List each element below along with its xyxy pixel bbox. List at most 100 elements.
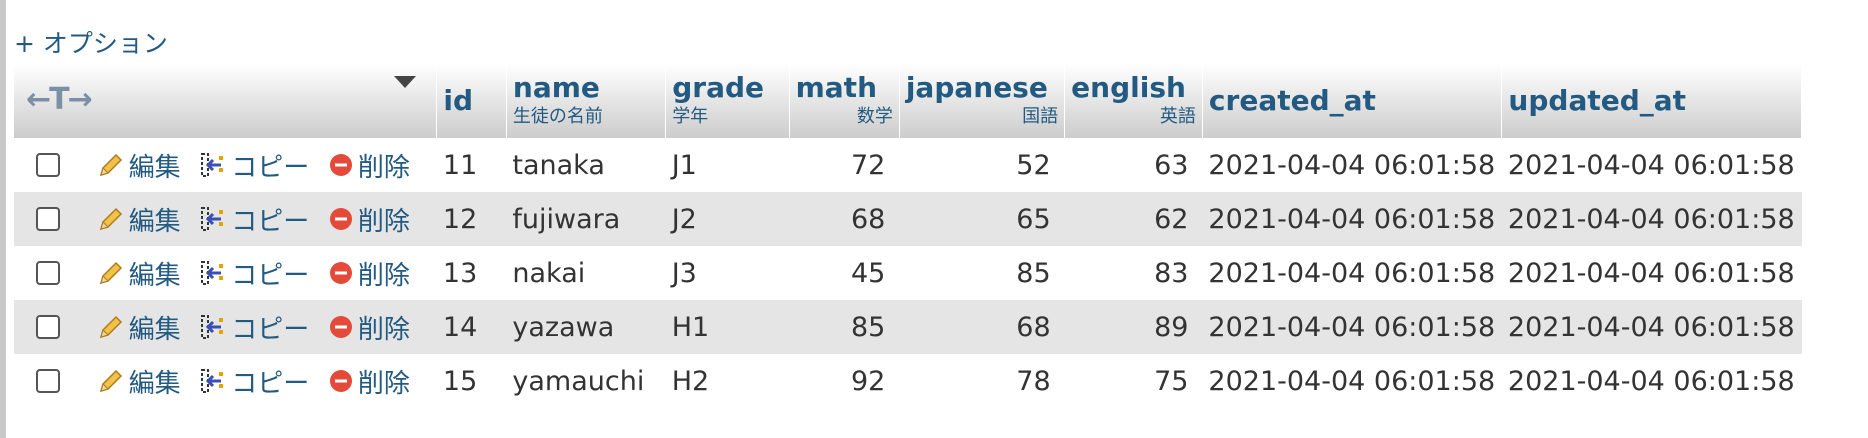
table-row: 編集 コピー 削除 14 yazawa H1 85 68 89 2021-04-… — [14, 300, 1802, 354]
cell-grade: J3 — [665, 246, 790, 300]
delete-icon — [329, 316, 352, 338]
column-arrows-icon[interactable]: ←T→ — [26, 82, 93, 117]
row-checkbox[interactable] — [36, 153, 60, 177]
cell-math: 85 — [789, 300, 900, 354]
delete-button[interactable]: 削除 — [328, 363, 410, 400]
header-row: ←T→ id name 生徒の名前 grade 学年 math 数学 japanese… — [14, 64, 1802, 138]
header-id[interactable]: id — [436, 64, 507, 138]
copy-insert-icon — [201, 153, 224, 177]
row-checkbox[interactable] — [36, 207, 60, 231]
cell-created-at: 2021-04-04 06:01:58 — [1202, 354, 1502, 408]
header-math[interactable]: math 数学 — [789, 64, 900, 138]
cell-created-at: 2021-04-04 06:01:58 — [1202, 246, 1502, 300]
copy-insert-icon — [201, 369, 224, 393]
header-updated-at[interactable]: updated_at — [1501, 64, 1802, 138]
cell-math: 92 — [789, 354, 900, 408]
row-checkbox[interactable] — [36, 261, 60, 285]
edit-label: 編集 — [128, 260, 181, 291]
row-actions-cell: 編集 コピー 削除 — [14, 354, 437, 408]
cell-english: 83 — [1064, 246, 1203, 300]
delete-label: 削除 — [357, 206, 410, 237]
cell-english: 62 — [1064, 192, 1203, 246]
delete-button[interactable]: 削除 — [328, 255, 410, 292]
cell-updated-at: 2021-04-04 06:01:58 — [1501, 354, 1802, 408]
pencil-icon — [99, 207, 122, 231]
cell-id: 12 — [436, 192, 507, 246]
cell-japanese: 85 — [899, 246, 1065, 300]
copy-label: コピー — [231, 368, 310, 399]
edit-button[interactable]: 編集 — [97, 201, 181, 238]
cell-japanese: 78 — [899, 354, 1065, 408]
cell-name: fujiwara — [506, 192, 666, 246]
pencil-icon — [99, 315, 122, 339]
table-body: 編集 コピー 削除 11 tanaka J1 72 52 63 2021-04-… — [14, 138, 1802, 408]
delete-button[interactable]: 削除 — [328, 309, 410, 346]
edit-button[interactable]: 編集 — [97, 147, 181, 184]
cell-english: 63 — [1064, 138, 1203, 192]
copy-button[interactable]: コピー — [199, 255, 309, 292]
results-table: ←T→ id name 生徒の名前 grade 学年 math 数学 japanese… — [14, 64, 1802, 408]
cell-name: tanaka — [506, 138, 666, 192]
row-actions-cell: 編集 コピー 削除 — [14, 138, 437, 192]
delete-button[interactable]: 削除 — [328, 147, 410, 184]
options-link[interactable]: + オプション — [14, 24, 168, 60]
row-actions-cell: 編集 コピー 削除 — [14, 192, 437, 246]
edit-button[interactable]: 編集 — [97, 363, 181, 400]
copy-button[interactable]: コピー — [199, 309, 309, 346]
cell-id: 15 — [436, 354, 507, 408]
cell-name: yamauchi — [506, 354, 666, 408]
header-english[interactable]: english 英語 — [1064, 64, 1203, 138]
cell-created-at: 2021-04-04 06:01:58 — [1202, 138, 1502, 192]
delete-button[interactable]: 削除 — [328, 201, 410, 238]
cell-math: 72 — [789, 138, 900, 192]
cell-created-at: 2021-04-04 06:01:58 — [1202, 192, 1502, 246]
cell-id: 14 — [436, 300, 507, 354]
sort-triangle-icon[interactable] — [394, 76, 417, 88]
header-created-at[interactable]: created_at — [1202, 64, 1503, 138]
delete-label: 削除 — [357, 260, 410, 291]
copy-button[interactable]: コピー — [199, 147, 309, 184]
copy-insert-icon — [201, 261, 224, 285]
cell-id: 13 — [436, 246, 507, 300]
row-checkbox[interactable] — [36, 315, 60, 339]
cell-grade: H1 — [665, 300, 790, 354]
edit-label: 編集 — [128, 368, 181, 399]
edit-button[interactable]: 編集 — [97, 309, 181, 346]
row-actions-cell: 編集 コピー 削除 — [14, 246, 437, 300]
copy-button[interactable]: コピー — [199, 201, 309, 238]
header-name[interactable]: name 生徒の名前 — [506, 64, 667, 138]
edit-button[interactable]: 編集 — [97, 255, 181, 292]
cell-created-at: 2021-04-04 06:01:58 — [1202, 300, 1502, 354]
header-japanese[interactable]: japanese 国語 — [899, 64, 1066, 138]
cell-grade: J2 — [665, 192, 790, 246]
delete-icon — [329, 208, 352, 230]
left-border — [0, 0, 6, 438]
table-row: 編集 コピー 削除 15 yamauchi H2 92 78 75 2021-0… — [14, 354, 1802, 408]
cell-grade: H2 — [665, 354, 790, 408]
copy-button[interactable]: コピー — [199, 363, 309, 400]
cell-japanese: 65 — [899, 192, 1065, 246]
cell-english: 75 — [1064, 354, 1203, 408]
cell-math: 68 — [789, 192, 900, 246]
cell-japanese: 52 — [899, 138, 1065, 192]
pencil-icon — [99, 369, 122, 393]
row-actions-cell: 編集 コピー 削除 — [14, 300, 437, 354]
delete-icon — [329, 154, 352, 176]
cell-updated-at: 2021-04-04 06:01:58 — [1501, 138, 1802, 192]
table-row: 編集 コピー 削除 11 tanaka J1 72 52 63 2021-04-… — [14, 138, 1802, 192]
pencil-icon — [99, 261, 122, 285]
row-checkbox[interactable] — [36, 369, 60, 393]
edit-label: 編集 — [128, 206, 181, 237]
table-row: 編集 コピー 削除 12 fujiwara J2 68 65 62 2021-0… — [14, 192, 1802, 246]
copy-insert-icon — [201, 207, 224, 231]
edit-label: 編集 — [128, 152, 181, 183]
delete-icon — [329, 370, 352, 392]
copy-label: コピー — [231, 206, 310, 237]
cell-updated-at: 2021-04-04 06:01:58 — [1501, 246, 1802, 300]
header-grade[interactable]: grade 学年 — [665, 64, 790, 138]
delete-icon — [329, 262, 352, 284]
cell-name: yazawa — [506, 300, 666, 354]
cell-name: nakai — [506, 246, 666, 300]
delete-label: 削除 — [357, 368, 410, 399]
table-row: 編集 コピー 削除 13 nakai J3 45 85 83 2021-04-0… — [14, 246, 1802, 300]
